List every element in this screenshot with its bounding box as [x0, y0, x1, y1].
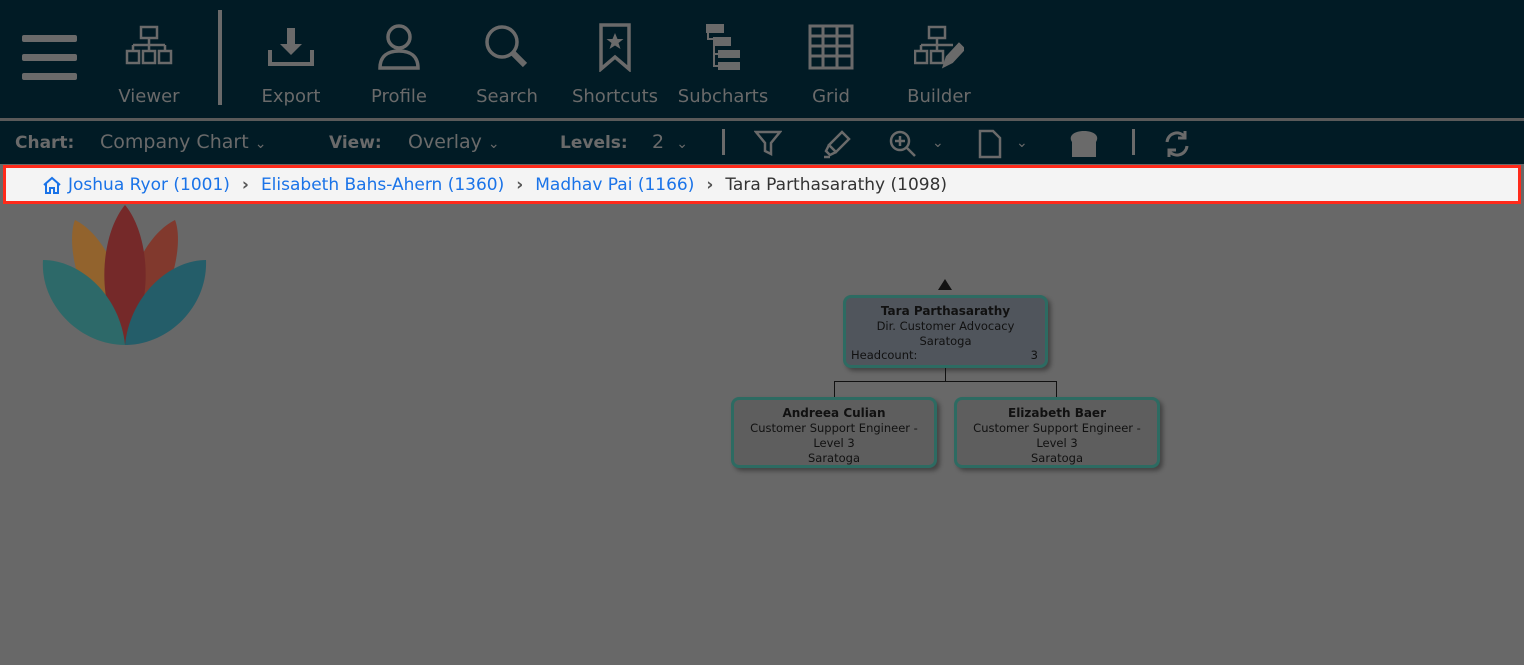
- chevron-down-icon[interactable]: ⌄: [1016, 135, 1028, 151]
- divider: [218, 10, 222, 105]
- subcharts-icon: [706, 24, 740, 70]
- zoom-in-icon[interactable]: [888, 129, 918, 159]
- search-button[interactable]: Search: [468, 0, 546, 118]
- profile-button[interactable]: Profile: [360, 0, 438, 118]
- divider: [722, 129, 725, 155]
- bread-icon[interactable]: [1068, 130, 1100, 158]
- chevron-right-icon: ›: [241, 174, 249, 195]
- levels-label: Levels:: [560, 133, 628, 153]
- home-icon[interactable]: [42, 176, 62, 194]
- chevron-right-icon: ›: [516, 174, 524, 195]
- menu-button[interactable]: [22, 35, 77, 80]
- builder-icon: [914, 25, 964, 69]
- expand-up-icon[interactable]: [938, 279, 952, 290]
- chart-dropdown[interactable]: Company Chart ⌄: [100, 131, 266, 153]
- download-icon: [268, 28, 314, 66]
- builder-button[interactable]: Builder: [900, 0, 978, 118]
- search-icon: [485, 25, 528, 68]
- chevron-down-icon[interactable]: ⌄: [932, 135, 944, 151]
- breadcrumb-current: Tara Parthasarathy (1098): [725, 174, 948, 195]
- subcharts-button[interactable]: Subcharts: [676, 0, 770, 118]
- divider: [1132, 129, 1135, 155]
- refresh-icon[interactable]: [1162, 129, 1192, 159]
- grid-button[interactable]: Grid: [792, 0, 870, 118]
- breadcrumb: Joshua Ryor (1001) › Elisabeth Bahs-Ahern…: [3, 165, 1521, 204]
- user-icon: [378, 24, 420, 70]
- filter-icon[interactable]: [754, 129, 782, 157]
- chevron-down-icon: ⌄: [487, 136, 500, 152]
- chart-label: Chart:: [15, 133, 75, 153]
- view-dropdown[interactable]: Overlay ⌄: [408, 131, 500, 153]
- breadcrumb-item[interactable]: Madhav Pai (1166): [535, 175, 694, 195]
- org-chart-icon: [125, 25, 173, 65]
- breadcrumb-item[interactable]: Elisabeth Bahs-Ahern (1360): [261, 175, 504, 195]
- levels-dropdown[interactable]: 2 ⌄: [652, 131, 688, 153]
- chevron-down-icon: ⌄: [676, 136, 688, 152]
- options-bar: Chart: Company Chart ⌄ View: Overlay ⌄ L…: [0, 121, 1524, 164]
- org-card[interactable]: Andreea Culian Customer Support Engineer…: [731, 397, 937, 468]
- export-button[interactable]: Export: [252, 0, 330, 118]
- top-toolbar: Viewer Export Profile Search Shortcuts S…: [0, 0, 1524, 118]
- org-card[interactable]: Elizabeth Baer Customer Support Engineer…: [954, 397, 1160, 468]
- view-label: View:: [329, 133, 382, 153]
- grid-icon: [808, 24, 854, 70]
- shortcuts-button[interactable]: Shortcuts: [570, 0, 660, 118]
- viewer-button[interactable]: Viewer: [110, 0, 188, 118]
- chevron-right-icon: ›: [706, 174, 714, 195]
- org-card-root[interactable]: Tara Parthasarathy Dir. Customer Advocac…: [843, 295, 1048, 368]
- highlighter-icon[interactable]: [822, 129, 852, 159]
- page-icon[interactable]: [978, 129, 1002, 159]
- breadcrumb-item[interactable]: Joshua Ryor (1001): [68, 175, 230, 195]
- bookmark-star-icon: [599, 23, 631, 72]
- chevron-down-icon: ⌄: [254, 136, 267, 152]
- company-logo: [42, 205, 207, 345]
